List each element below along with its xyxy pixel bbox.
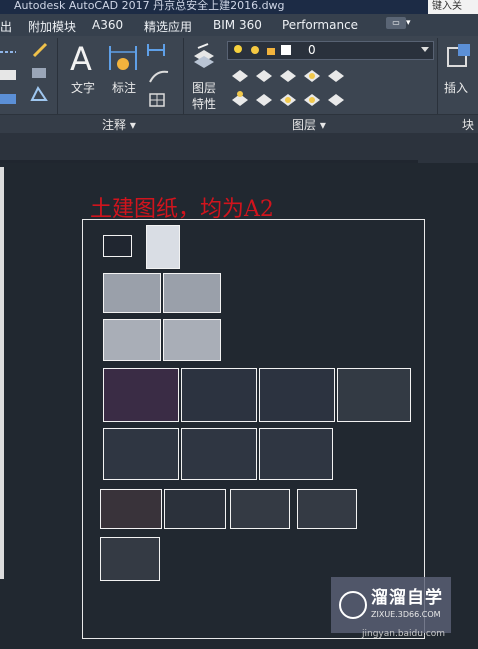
dimension-icon[interactable] [108, 42, 138, 74]
drawing-sheet-thumbnail[interactable] [259, 428, 333, 480]
annotation-tools-icon[interactable] [146, 42, 180, 110]
draw-tools-icon[interactable] [0, 40, 22, 110]
viewport-edge [0, 167, 4, 579]
drawing-sheet-thumbnail[interactable] [164, 489, 226, 529]
watermark: 溜溜自学 ZIXUE.3D66.COM [331, 577, 451, 633]
tab-featured-apps[interactable]: 精选应用 [144, 18, 192, 35]
layer-properties-label-1[interactable]: 图层 [192, 79, 216, 96]
layer-state-icons [234, 45, 291, 55]
drawing-sheet-thumbnail[interactable] [103, 368, 179, 422]
text-button-label[interactable]: 文字 [71, 79, 95, 96]
watermark-url: ZIXUE.3D66.COM [371, 610, 441, 619]
file-tab-strip [0, 133, 478, 163]
layer-tools-icon[interactable] [228, 64, 348, 108]
ribbon-tab-bar: 出 附加模块 A360 精选应用 BIM 360 Performance ▭ ▾ [0, 14, 478, 37]
drawing-sheet-thumbnail[interactable] [259, 368, 335, 422]
annotation-panel-title[interactable]: 注释 ▾ [102, 116, 136, 133]
layer-properties-label-2[interactable]: 特性 [192, 95, 216, 112]
insert-block-icon[interactable] [444, 42, 474, 72]
drawing-sheet-thumbnail[interactable] [103, 273, 161, 313]
drawing-sheet-thumbnail[interactable] [103, 319, 161, 361]
current-layer-value: 0 [308, 43, 316, 57]
drawing-sheet-thumbnail[interactable] [103, 428, 179, 480]
drawing-sheet-thumbnail[interactable] [181, 368, 257, 422]
ribbon: A 文字 标注 图层 特性 0 插入 注释 ▾ 图层 ▾ 块 [0, 36, 478, 134]
drawing-sheet-thumbnail[interactable] [163, 273, 221, 313]
ribbon-options-chevron-icon[interactable]: ▾ [406, 18, 411, 28]
drawing-sheet-thumbnail[interactable] [297, 489, 357, 529]
modify-tools-icon[interactable] [30, 42, 50, 108]
tab-addins[interactable]: 附加模块 [28, 18, 76, 35]
svg-text:A: A [70, 40, 92, 74]
ribbon-expand-button[interactable]: ▭ [386, 17, 406, 29]
drawing-sheet-thumbnail[interactable] [230, 489, 290, 529]
insert-button-label[interactable]: 插入 [444, 79, 468, 96]
source-text: jingyan.baidu.com [362, 629, 446, 639]
window-title: Autodesk AutoCAD 2017 丹京总安全上建2016.dwg [14, 0, 285, 12]
title-bar: Autodesk AutoCAD 2017 丹京总安全上建2016.dwg 键入… [0, 0, 478, 14]
layer-dropdown-chevron-icon [421, 47, 429, 52]
ribbon-panel-title-bar [0, 114, 478, 134]
drawing-sheet-thumbnail[interactable] [103, 235, 132, 257]
play-logo-icon [339, 591, 367, 619]
drawing-canvas[interactable]: 土建图纸，均为A2 溜溜自学 ZIXUE.3D66.COM jingyan.ba… [0, 163, 478, 649]
drawing-sheet-thumbnail[interactable] [146, 225, 180, 269]
search-input[interactable]: 键入关 [428, 0, 478, 14]
block-panel-title[interactable]: 块 [462, 116, 474, 133]
tab-bim360[interactable]: BIM 360 [213, 18, 262, 32]
drawing-sheet-thumbnail[interactable] [100, 537, 160, 581]
drawing-sheet-thumbnail[interactable] [181, 428, 257, 480]
tab-output[interactable]: 出 [0, 18, 12, 35]
drawing-sheet-thumbnail[interactable] [163, 319, 221, 361]
tab-a360[interactable]: A360 [92, 18, 123, 32]
tab-performance[interactable]: Performance [282, 18, 358, 32]
layers-panel-title[interactable]: 图层 ▾ [292, 116, 326, 133]
layer-properties-icon[interactable] [192, 42, 216, 72]
text-icon[interactable]: A [68, 40, 98, 74]
drawing-sheet-thumbnail[interactable] [100, 489, 162, 529]
dimension-button-label[interactable]: 标注 [112, 79, 136, 96]
watermark-title: 溜溜自学 [371, 588, 443, 608]
layer-dropdown[interactable]: 0 [227, 41, 434, 60]
drawing-sheet-thumbnail[interactable] [337, 368, 411, 422]
